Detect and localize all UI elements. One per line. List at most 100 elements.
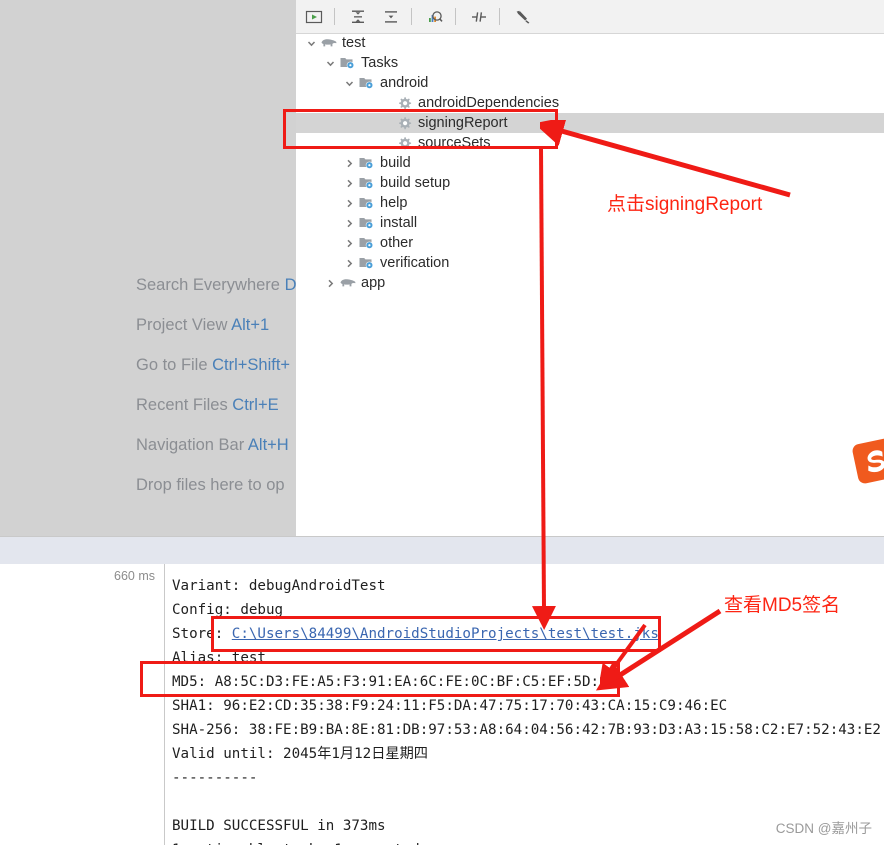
tree-item-label: verification: [380, 255, 450, 271]
console-line: ----------: [172, 564, 884, 574]
hint-row: Search Everywhere D: [0, 265, 296, 305]
editor-shortcut-hints: Search Everywhere D Project View Alt+1 G…: [0, 265, 296, 515]
hint-label: Go to File: [136, 356, 213, 374]
chevron-right-icon[interactable]: [325, 278, 336, 289]
hint-shortcut: Ctrl+E: [232, 396, 279, 414]
tree-item-tasks[interactable]: Tasks: [296, 53, 884, 73]
console-line: 1 actionable task: 1 executed: [172, 838, 884, 845]
task-folder-icon: [358, 235, 375, 251]
collapse-all-icon[interactable]: [376, 4, 406, 30]
keystore-path-link[interactable]: C:\Users\84499\AndroidStudioProjects\tes…: [232, 626, 659, 642]
console-line: ----------: [172, 770, 258, 786]
build-tool-settings-icon[interactable]: [508, 4, 538, 30]
gradle-task-tree[interactable]: test Tasks android androidDependencies signi…: [296, 33, 884, 536]
tree-item-android[interactable]: android: [296, 73, 884, 93]
tree-item-label: test: [342, 35, 366, 51]
run-console[interactable]: 660 ms ---------- Variant: debugAndroidTe…: [0, 564, 884, 845]
chevron-right-icon[interactable]: [344, 178, 355, 189]
toolbar-separator: [499, 8, 500, 25]
execute-gradle-task-icon[interactable]: [299, 4, 329, 30]
tree-item-other[interactable]: other: [296, 233, 884, 253]
run-tool-window-header: [0, 536, 884, 565]
hint-label: Drop files here to op: [136, 476, 285, 494]
console-gutter-divider: [164, 564, 165, 845]
task-folder-icon: [358, 175, 375, 191]
tree-item-help[interactable]: help: [296, 193, 884, 213]
tree-item-signingreport[interactable]: signingReport: [296, 113, 884, 133]
task-folder-icon: [358, 255, 375, 271]
chevron-right-icon[interactable]: [344, 218, 355, 229]
hint-shortcut: Alt+1: [231, 316, 270, 334]
hint-shortcut: D: [284, 276, 296, 294]
gear-icon: [396, 135, 413, 151]
chevron-down-icon[interactable]: [325, 58, 336, 69]
console-line: Store: C:\Users\84499\AndroidStudioProje…: [172, 622, 884, 646]
tree-item-label: sourceSets: [418, 135, 491, 151]
task-execution-analysis-icon[interactable]: [420, 4, 450, 30]
tree-item-build[interactable]: build: [296, 153, 884, 173]
task-folder-icon: [339, 55, 356, 71]
console-output: ---------- Variant: debugAndroidTest Confi…: [172, 564, 884, 845]
gradle-toolbar: [296, 0, 884, 34]
tree-item-label: other: [380, 235, 414, 251]
tree-item-label: build: [380, 155, 411, 171]
tree-item-label: Tasks: [361, 55, 399, 71]
hint-row: Drop files here to op: [0, 465, 296, 505]
tree-item-build-setup[interactable]: build setup: [296, 173, 884, 193]
console-line: Config: debug: [172, 602, 284, 618]
hint-label: Search Everywhere: [136, 276, 285, 294]
console-line: Valid until: 2045年1月12日星期四: [172, 746, 428, 762]
task-folder-icon: [358, 75, 375, 91]
console-line: Alias: test: [172, 650, 266, 666]
tree-item-install[interactable]: install: [296, 213, 884, 233]
expand-all-icon[interactable]: [343, 4, 373, 30]
task-folder-icon: [358, 215, 375, 231]
console-line: MD5: A8:5C:D3:FE:A5:F3:91:EA:6C:FE:0C:BF…: [172, 674, 617, 690]
toggle-offline-mode-icon[interactable]: [464, 4, 494, 30]
csdn-watermark: CSDN @嘉州子: [775, 821, 872, 836]
console-line: Variant: debugAndroidTest: [172, 578, 386, 594]
tree-item-label: app: [361, 275, 386, 291]
tree-item-label: install: [380, 215, 418, 231]
toolbar-separator: [455, 8, 456, 25]
tree-item-sourcesets[interactable]: sourceSets: [296, 133, 884, 153]
gear-icon: [396, 95, 413, 111]
console-line-text: Store:: [172, 626, 232, 642]
chevron-down-icon[interactable]: [344, 78, 355, 89]
tree-item-androiddependencies[interactable]: androidDependencies: [296, 93, 884, 113]
gradle-elephant-icon: [320, 35, 337, 51]
gradle-tool-window: test Tasks android androidDependencies signi…: [296, 0, 884, 536]
tree-item-label: help: [380, 195, 408, 211]
console-gutter-time: 660 ms: [114, 569, 155, 583]
hint-row: Navigation Bar Alt+H: [0, 425, 296, 465]
gradle-elephant-icon: [339, 275, 356, 291]
tree-item-label: build setup: [380, 175, 451, 191]
hint-row: Project View Alt+1: [0, 305, 296, 345]
chevron-right-icon[interactable]: [344, 158, 355, 169]
chevron-right-icon[interactable]: [344, 258, 355, 269]
hint-row: Recent Files Ctrl+E: [0, 385, 296, 425]
chevron-right-icon[interactable]: [344, 198, 355, 209]
tree-item-label: androidDependencies: [418, 95, 560, 111]
tree-item-app[interactable]: app: [296, 273, 884, 293]
hint-shortcut: Alt+H: [247, 436, 289, 454]
hint-label: Recent Files: [136, 396, 233, 414]
console-line: SHA-256: 38:FE:B9:BA:8E:81:DB:97:53:A8:6…: [172, 722, 884, 738]
gear-icon: [396, 115, 413, 131]
chevron-right-icon[interactable]: [344, 238, 355, 249]
toolbar-separator: [334, 8, 335, 25]
hint-label: Navigation Bar: [136, 436, 248, 454]
tree-item-verification[interactable]: verification: [296, 253, 884, 273]
task-folder-icon: [358, 155, 375, 171]
chevron-down-icon[interactable]: [306, 38, 317, 49]
tree-item-label: signingReport: [418, 115, 508, 131]
task-folder-icon: [358, 195, 375, 211]
hint-shortcut: Ctrl+Shift+: [212, 356, 291, 374]
hint-row: Go to File Ctrl+Shift+: [0, 345, 296, 385]
toolbar-separator: [411, 8, 412, 25]
tree-item-test[interactable]: test: [296, 33, 884, 53]
